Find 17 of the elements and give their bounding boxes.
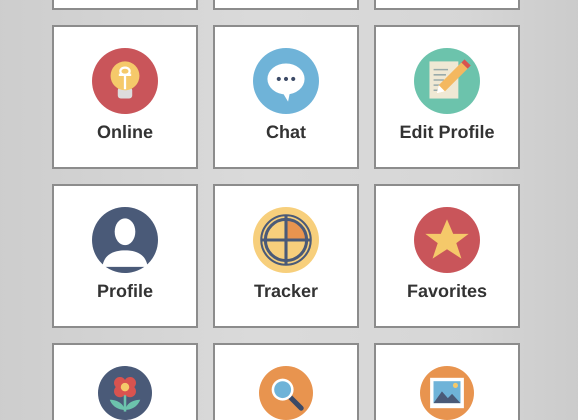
tile-button[interactable]: Edit Profile <box>374 25 520 169</box>
tile-button[interactable]: Profile <box>52 184 198 328</box>
tile-button[interactable] <box>213 0 359 10</box>
tile-button[interactable] <box>374 343 520 420</box>
chat-icon <box>253 48 319 114</box>
lightbulb-icon <box>92 48 158 114</box>
tile-button[interactable]: Tracker <box>213 184 359 328</box>
edit-icon <box>414 48 480 114</box>
person-icon <box>92 207 158 273</box>
tile-button[interactable] <box>374 0 520 10</box>
tile-button[interactable]: Favorites <box>374 184 520 328</box>
tile-button[interactable]: Online <box>52 25 198 169</box>
tile-button[interactable] <box>52 0 198 10</box>
tile-button[interactable]: Chat <box>213 25 359 169</box>
crosshair-icon <box>253 207 319 273</box>
tile-button[interactable] <box>52 343 198 420</box>
tile-button[interactable] <box>213 343 359 420</box>
